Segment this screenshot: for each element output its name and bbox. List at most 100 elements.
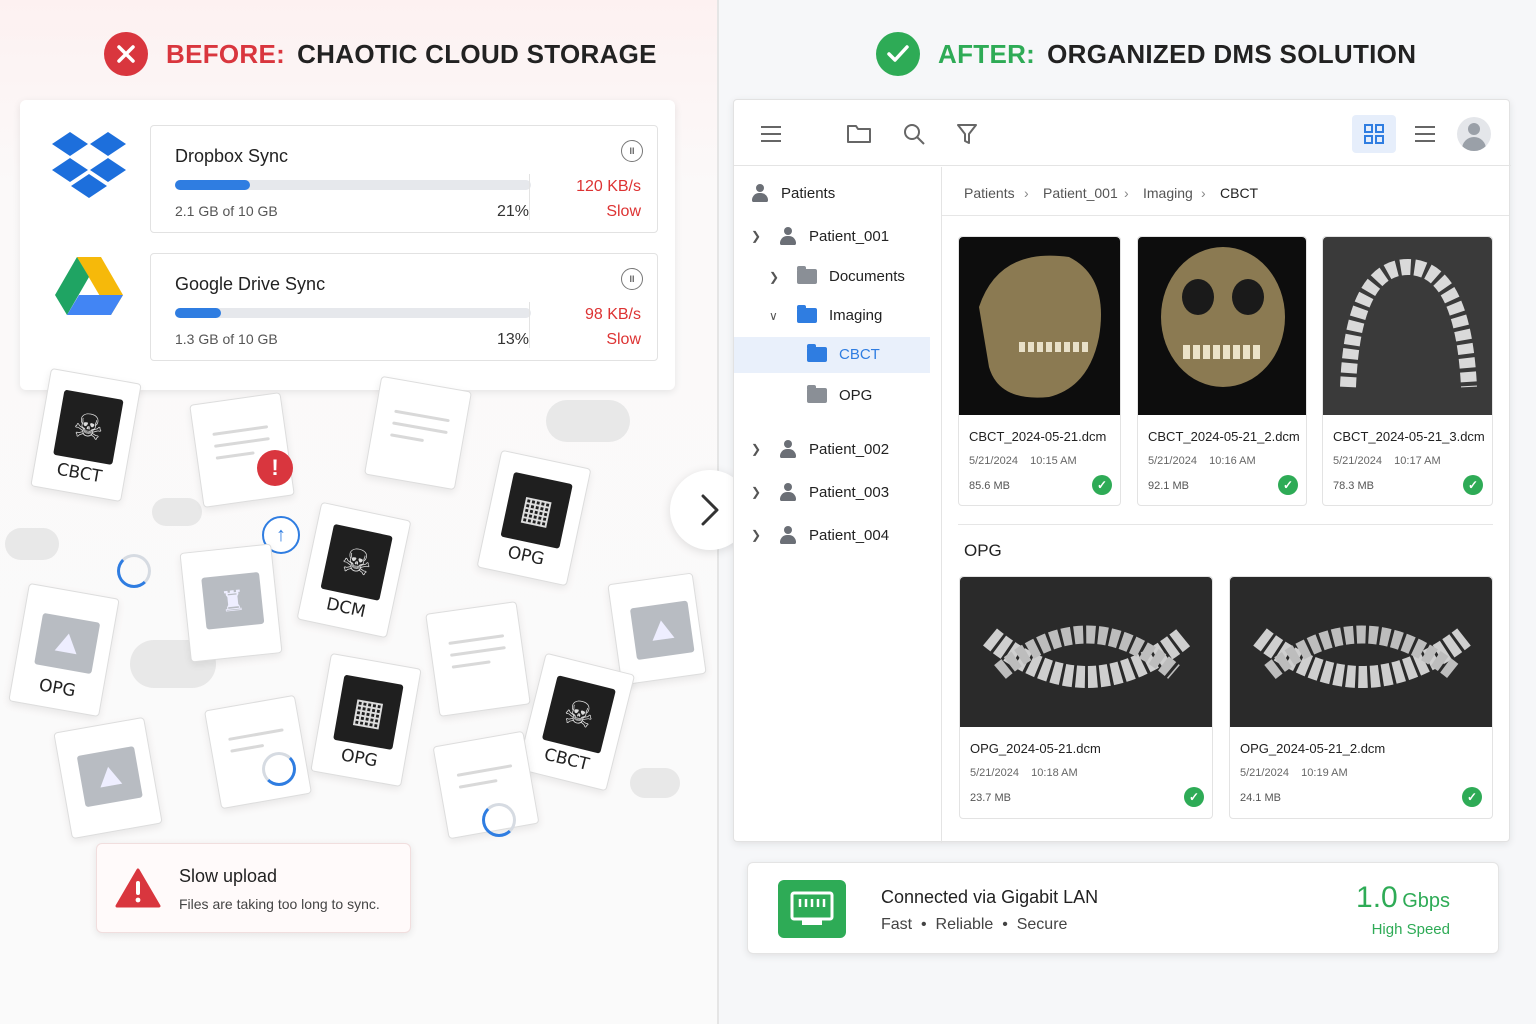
tree-label: Patients bbox=[781, 184, 836, 202]
image-file-icon: ⛰ bbox=[53, 716, 163, 840]
alert-title: Slow upload bbox=[179, 866, 278, 886]
file-card[interactable]: CBCT_2024-05-21.dcm 5/21/2024 10:15 AM 8… bbox=[958, 236, 1121, 506]
loading-spinner-icon bbox=[482, 803, 516, 837]
sync-progress-fill bbox=[175, 308, 222, 318]
check-icon: ✓ bbox=[1463, 475, 1483, 495]
image-icon: ⛰ bbox=[629, 600, 695, 661]
xray-icon: ▦ bbox=[500, 471, 573, 549]
check-icon: ✓ bbox=[1184, 787, 1204, 807]
avatar[interactable] bbox=[1457, 117, 1491, 151]
sync-percent: 21% bbox=[496, 203, 529, 220]
opg-thumbnail bbox=[1230, 577, 1492, 727]
sync-progress-bar bbox=[175, 180, 531, 190]
folder-icon bbox=[797, 305, 817, 323]
xray-icon: ▦ bbox=[333, 674, 404, 751]
google-drive-sync-card: Google Drive Sync II 1.3 GB of 10 GB 13%… bbox=[150, 253, 658, 361]
person-icon bbox=[751, 184, 769, 202]
image-file-icon: ♜ bbox=[179, 543, 283, 663]
search-icon[interactable] bbox=[902, 122, 926, 146]
skull-icon: ☠ bbox=[320, 523, 393, 601]
breadcrumb-item[interactable]: Patient_001 bbox=[1043, 185, 1118, 201]
pause-icon[interactable]: II bbox=[621, 268, 643, 290]
file-date: 5/21/2024 10:19 AM bbox=[1240, 767, 1348, 779]
tree-item-opg[interactable]: OPG bbox=[807, 385, 873, 404]
ethernet-icon bbox=[778, 880, 846, 938]
grid-view-button[interactable] bbox=[1352, 115, 1396, 153]
before-heading: BEFORE: CHAOTIC CLOUD STORAGE bbox=[104, 32, 657, 76]
document-icon bbox=[204, 694, 312, 810]
tree-label: Imaging bbox=[829, 307, 883, 324]
chevron-down-icon[interactable]: ∨ bbox=[769, 309, 783, 323]
breadcrumb-current: CBCT bbox=[1220, 185, 1259, 201]
after-tag: AFTER: bbox=[938, 38, 1036, 69]
tree-item-documents[interactable]: ❯ Documents bbox=[769, 266, 905, 285]
file-card[interactable]: OPG_2024-05-21.dcm 5/21/2024 10:18 AM 23… bbox=[959, 576, 1213, 819]
folder-icon bbox=[797, 266, 817, 284]
cloud-icon bbox=[546, 400, 630, 442]
file-date: 5/21/2024 10:17 AM bbox=[1333, 455, 1441, 467]
tree-item-patients[interactable]: Patients bbox=[751, 184, 835, 202]
connection-features: Fast • Reliable • Secure bbox=[881, 916, 1068, 933]
opg-thumbnail bbox=[960, 577, 1212, 727]
tree-item-patient-001[interactable]: ❯ Patient_001 bbox=[751, 227, 889, 245]
person-icon bbox=[779, 526, 797, 544]
check-icon: ✓ bbox=[1278, 475, 1298, 495]
filter-icon[interactable] bbox=[956, 123, 978, 145]
tree-label: Patient_004 bbox=[809, 526, 890, 544]
person-icon bbox=[779, 440, 797, 458]
pause-icon[interactable]: II bbox=[621, 140, 643, 162]
warning-triangle-icon bbox=[115, 868, 161, 908]
folder-icon[interactable] bbox=[846, 122, 872, 144]
list-view-icon[interactable] bbox=[1414, 125, 1436, 143]
xray-icon: ♜ bbox=[201, 571, 265, 630]
file-card[interactable]: CBCT_2024-05-21_3.dcm 5/21/2024 10:17 AM… bbox=[1322, 236, 1493, 506]
folder-icon bbox=[807, 385, 827, 403]
after-heading: AFTER: ORGANIZED DMS SOLUTION bbox=[876, 32, 1416, 76]
tree-item-patient-003[interactable]: ❯ Patient_003 bbox=[751, 483, 889, 501]
chevron-right-icon[interactable]: ❯ bbox=[751, 442, 765, 456]
loading-spinner-icon bbox=[262, 752, 296, 786]
document-icon bbox=[364, 375, 472, 491]
file-size: 23.7 MB bbox=[970, 792, 1011, 804]
check-icon bbox=[876, 32, 920, 76]
file-date: 5/21/2024 10:16 AM bbox=[1148, 455, 1256, 467]
skull-icon: ☠ bbox=[541, 675, 616, 754]
chevron-right-icon[interactable]: ❯ bbox=[769, 270, 783, 284]
chevron-right-icon[interactable]: ❯ bbox=[751, 485, 765, 499]
document-icon bbox=[425, 601, 531, 717]
connection-speed: 1.0 Gbps bbox=[1356, 881, 1450, 914]
file-card[interactable]: CBCT_2024-05-21_2.dcm 5/21/2024 10:16 AM… bbox=[1137, 236, 1307, 506]
tree-label: Documents bbox=[829, 268, 905, 285]
chevron-right-icon[interactable]: ❯ bbox=[751, 229, 765, 243]
file-size: 24.1 MB bbox=[1240, 792, 1281, 804]
file-size: 85.6 MB bbox=[969, 480, 1010, 492]
chevron-right-icon: › bbox=[1124, 185, 1129, 201]
breadcrumb-item[interactable]: Patients bbox=[964, 185, 1015, 201]
tree-item-cbct[interactable]: CBCT bbox=[807, 344, 880, 363]
image-icon: ⛰ bbox=[34, 612, 101, 675]
error-icon bbox=[104, 32, 148, 76]
tree-item-patient-002[interactable]: ❯ Patient_002 bbox=[751, 440, 889, 458]
before-title: CHAOTIC CLOUD STORAGE bbox=[297, 38, 657, 69]
slow-upload-alert: Slow upload Files are taking too long to… bbox=[96, 843, 411, 933]
cbct-thumbnail bbox=[1138, 237, 1306, 415]
sync-progress-bar bbox=[175, 308, 531, 318]
cloud-icon bbox=[152, 498, 202, 526]
sync-title: Google Drive Sync bbox=[175, 274, 326, 294]
file-card[interactable]: OPG_2024-05-21_2.dcm 5/21/2024 10:19 AM … bbox=[1229, 576, 1493, 819]
tree-item-imaging[interactable]: ∨ Imaging bbox=[769, 305, 883, 324]
tree-label: OPG bbox=[839, 387, 873, 404]
breadcrumb-item[interactable]: Imaging bbox=[1143, 185, 1193, 201]
connection-card: Connected via Gigabit LAN Fast • Reliabl… bbox=[747, 862, 1499, 954]
warning-icon: ! bbox=[257, 450, 293, 486]
file-name: OPG_2024-05-21_2.dcm bbox=[1240, 741, 1386, 756]
skull-icon: ☠ bbox=[53, 389, 124, 466]
file-size: 92.1 MB bbox=[1148, 480, 1189, 492]
after-title: ORGANIZED DMS SOLUTION bbox=[1047, 38, 1417, 69]
tree-label: Patient_002 bbox=[809, 440, 890, 458]
sync-size: 1.3 GB of 10 GB bbox=[175, 331, 278, 347]
menu-icon[interactable] bbox=[760, 125, 782, 143]
tree-item-patient-004[interactable]: ❯ Patient_004 bbox=[751, 526, 889, 544]
chevron-right-icon[interactable]: ❯ bbox=[751, 528, 765, 542]
loading-spinner-icon bbox=[117, 554, 151, 588]
